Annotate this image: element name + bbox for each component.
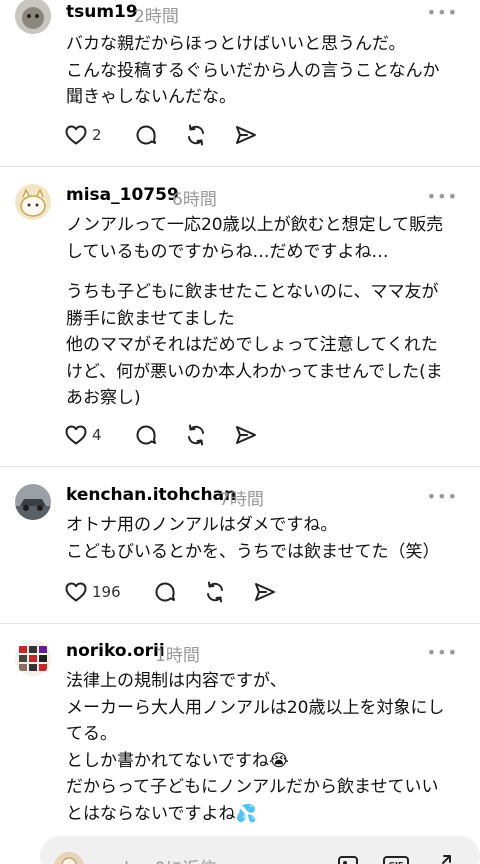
heart-icon: [65, 425, 87, 445]
username[interactable]: tsum19: [66, 2, 138, 22]
like-button[interactable]: 196: [64, 580, 127, 604]
repost-button[interactable]: [184, 123, 208, 147]
repost-icon: [206, 581, 223, 603]
username[interactable]: noriko.orii: [66, 641, 165, 661]
heart-icon: [65, 125, 87, 145]
username[interactable]: kenchan.itohchan: [66, 485, 236, 505]
reply-input[interactable]: ...ykaa0に返信...: [98, 854, 233, 864]
heart-icon: [65, 582, 87, 602]
divider: [0, 166, 480, 167]
more-options-icon[interactable]: •••: [427, 645, 458, 661]
action-bar: 2: [64, 122, 284, 148]
repost-button[interactable]: [203, 580, 227, 604]
post-text: バカな親だからほっとけばいいと思うんだ。 こんな投稿するぐらいだから人の言うこと…: [66, 34, 440, 107]
post-time: 6時間: [172, 190, 217, 210]
more-options-icon[interactable]: •••: [427, 5, 458, 21]
post-text: ノンアルって一応20歳以上が飲むと想定して販売 しているものですからね…だめです…: [66, 215, 444, 262]
repost-icon: [187, 424, 204, 446]
more-options-icon[interactable]: •••: [427, 189, 458, 205]
post-text: オトナ用のノンアルはダメですね。 こどもびいるとかを、うちでは飲ませてた（笑）: [66, 515, 440, 562]
current-user-avatar: [54, 852, 84, 864]
reply-button[interactable]: [134, 423, 158, 447]
reply-composer[interactable]: ...ykaa0に返信... GIF: [40, 836, 480, 864]
post-body: バカな親だからほっとけばいいと思うんだ。 こんな投稿するぐらいだから人の言うこと…: [66, 31, 466, 111]
comment-icon: [155, 582, 175, 602]
divider: [0, 623, 480, 624]
action-bar: 196: [64, 579, 303, 605]
avatar[interactable]: [15, 484, 51, 520]
like-count: 2: [92, 126, 102, 144]
post-text: 法律上の規制は内容ですが、 メーカーら大人用ノンアルは20歳以上を対象にし てる…: [66, 671, 445, 824]
more-options-icon[interactable]: •••: [427, 489, 458, 505]
reply-button[interactable]: [153, 580, 177, 604]
expand-icon[interactable]: [430, 852, 454, 864]
share-button[interactable]: [234, 423, 258, 447]
post-time: 2時間: [134, 7, 179, 27]
image-icon[interactable]: [336, 852, 360, 864]
repost-button[interactable]: [184, 423, 208, 447]
send-icon: [254, 583, 275, 601]
like-button[interactable]: 4: [64, 423, 108, 447]
post-body: 法律上の規制は内容ですが、 メーカーら大人用ノンアルは20歳以上を対象にし てる…: [66, 668, 466, 827]
share-button[interactable]: [234, 123, 258, 147]
send-icon: [235, 126, 256, 144]
post-body: ノンアルって一応20歳以上が飲むと想定して販売 しているものですからね…だめです…: [66, 212, 466, 412]
avatar[interactable]: [15, 640, 51, 676]
avatar[interactable]: [15, 184, 51, 220]
comment-icon: [136, 125, 156, 145]
send-icon: [235, 426, 256, 444]
action-bar: 4: [64, 422, 284, 448]
comment-icon: [136, 425, 156, 445]
avatar[interactable]: [15, 0, 51, 34]
post-body: オトナ用のノンアルはダメですね。 こどもびいるとかを、うちでは飲ませてた（笑）: [66, 512, 466, 565]
divider: [0, 466, 480, 467]
repost-icon: [187, 124, 204, 146]
reply-button[interactable]: [134, 123, 158, 147]
post-time: 7時間: [219, 490, 264, 510]
gif-icon[interactable]: GIF: [382, 852, 410, 864]
username[interactable]: misa_10759: [66, 185, 179, 205]
like-count: 196: [92, 583, 121, 601]
post-time: 1時間: [155, 646, 200, 666]
share-button[interactable]: [253, 580, 277, 604]
like-button[interactable]: 2: [64, 123, 108, 147]
like-count: 4: [92, 426, 102, 444]
post-text: うちも子どもに飲ませたことないのに、ママ友が 勝手に飲ませてました 他のママがそ…: [66, 282, 443, 408]
